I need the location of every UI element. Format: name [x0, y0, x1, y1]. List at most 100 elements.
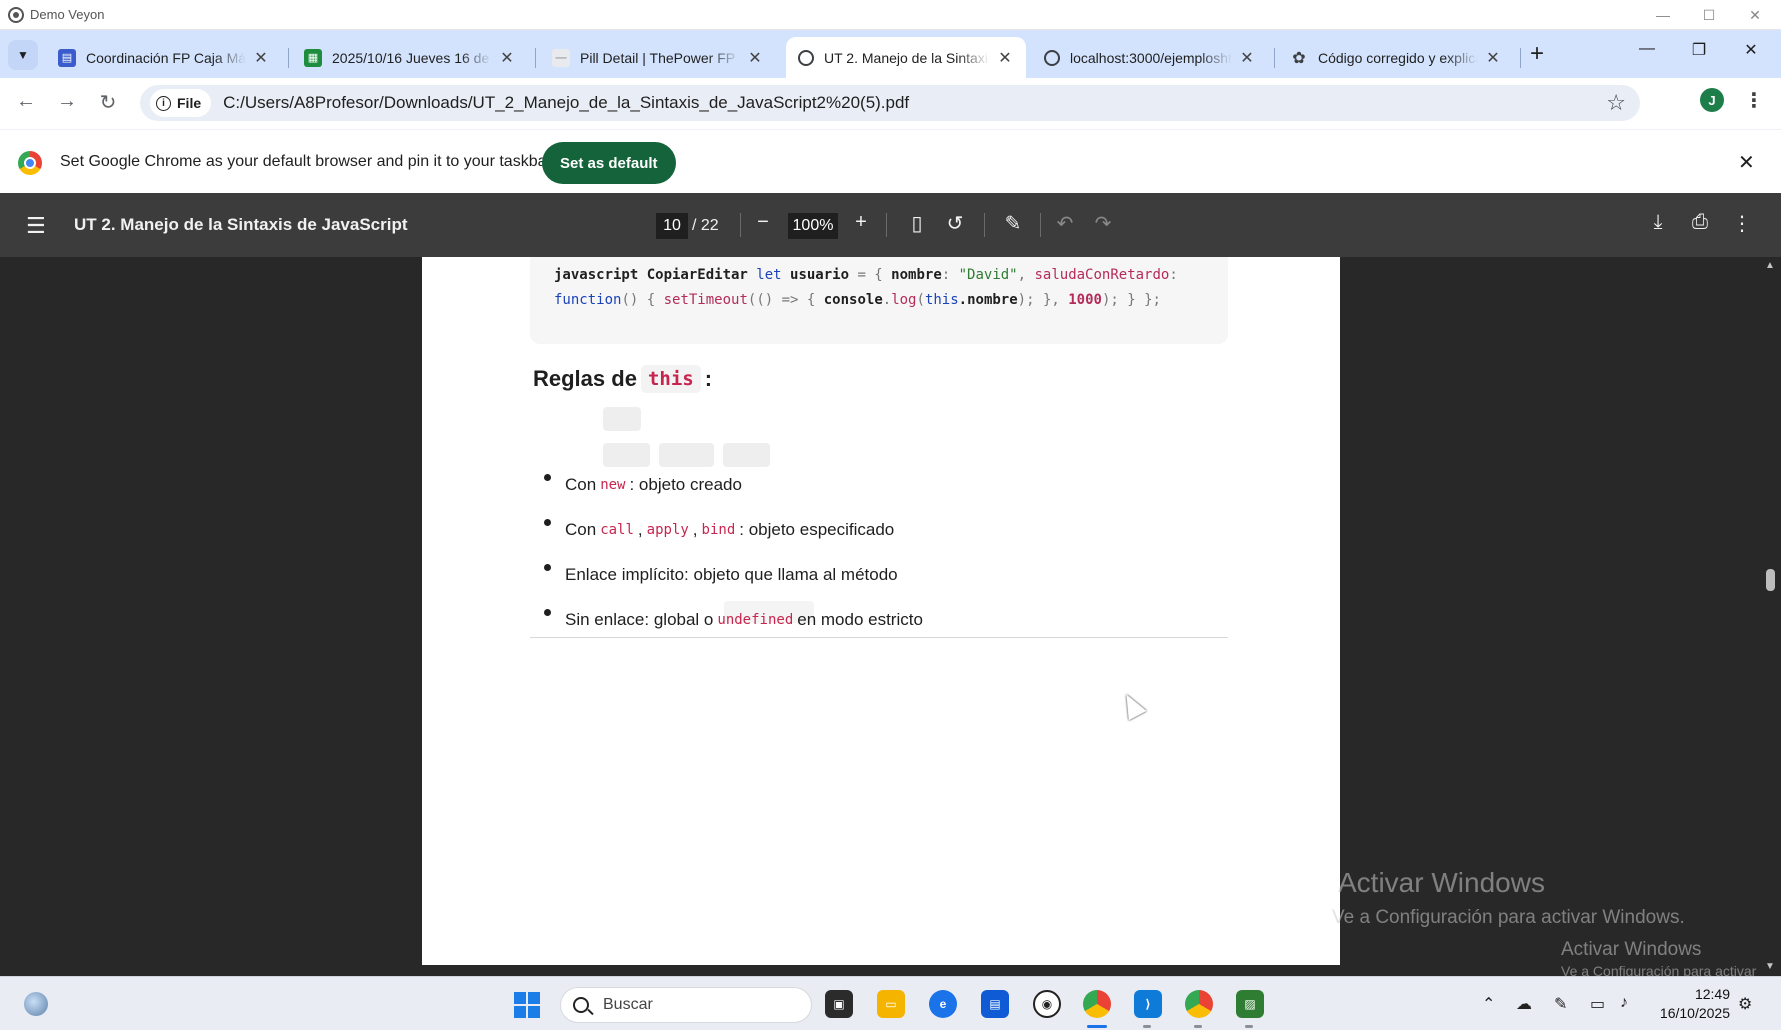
scroll-down-icon[interactable]: ▼: [1765, 961, 1775, 972]
address-bar[interactable]: i File C:/Users/A8Profesor/Downloads/UT_…: [140, 85, 1640, 121]
zoom-level-input[interactable]: 100%: [788, 213, 838, 239]
globe-icon: [1044, 49, 1060, 66]
forward-arrow-icon[interactable]: →: [53, 90, 81, 113]
code-token: function: [554, 292, 622, 308]
taskbar-search[interactable]: Buscar: [560, 987, 812, 1023]
edge-icon[interactable]: e: [929, 990, 957, 1018]
close-window-icon[interactable]: ✕: [1736, 40, 1766, 60]
tab-0[interactable]: ▤ Coordinación FP Caja Mág ✕: [46, 37, 282, 78]
close-tab-icon[interactable]: ✕: [252, 48, 270, 68]
chrome-menu-icon[interactable]: ⋮: [1744, 88, 1764, 113]
code-token: = {: [857, 267, 892, 283]
cloud-offline-icon[interactable]: ☁: [1516, 994, 1532, 1014]
download-icon[interactable]: ⤓: [1645, 211, 1671, 234]
show-hidden-icons[interactable]: ⌃: [1482, 994, 1495, 1014]
volume-icon[interactable]: ♪: [1620, 994, 1628, 1012]
close-tab-icon[interactable]: ✕: [1238, 48, 1256, 68]
reload-icon[interactable]: ↻: [94, 90, 122, 115]
pen-icon[interactable]: ✎: [1554, 994, 1567, 1014]
toolbar-separator: [1040, 213, 1041, 237]
rule-inline-code: new: [600, 476, 626, 493]
redo-icon[interactable]: ↷: [1090, 211, 1116, 236]
rule-item: Con new: objeto creado: [542, 462, 923, 507]
set-as-default-button[interactable]: Set as default: [542, 142, 676, 184]
scroll-thumb[interactable]: [1766, 569, 1775, 591]
notifications-icon[interactable]: ⚙: [1738, 994, 1752, 1014]
site-info-chip[interactable]: i File: [150, 89, 212, 117]
weather-widget-icon[interactable]: [24, 992, 48, 1016]
bookmark-star-icon[interactable]: ☆: [1606, 90, 1626, 116]
tab-2[interactable]: — Pill Detail | ThePower FP - F ✕: [540, 37, 776, 78]
close-infobar-icon[interactable]: ✕: [1738, 150, 1755, 175]
close-tab-icon[interactable]: ✕: [746, 48, 764, 68]
page-number-input[interactable]: 10: [656, 213, 688, 239]
close-tab-icon[interactable]: ✕: [1484, 48, 1502, 68]
menu-hamburger-icon[interactable]: ☰: [26, 213, 46, 239]
rule-item: Enlace implícito: objeto que llama al mé…: [542, 552, 923, 597]
veyon-close-button[interactable]: ✕: [1732, 0, 1778, 30]
default-browser-infobar: Set Google Chrome as your default browse…: [0, 129, 1781, 193]
tab-1[interactable]: ▦ 2025/10/16 Jueves 16 de o ✕: [292, 37, 528, 78]
tab-title: localhost:3000/ejemploshtr: [1070, 49, 1232, 66]
back-arrow-icon[interactable]: ←: [12, 90, 40, 113]
veyon-minimize-button[interactable]: —: [1640, 0, 1686, 30]
browser-toolbar: ← → ↻ i File C:/Users/A8Profesor/Downloa…: [0, 78, 1781, 129]
zoom-in-icon[interactable]: +: [848, 211, 874, 234]
profile-avatar[interactable]: J: [1700, 88, 1724, 112]
tab-search-button[interactable]: ▼: [8, 40, 38, 70]
section-heading: Reglas de this :: [533, 365, 712, 393]
url-text[interactable]: C:/Users/A8Profesor/Downloads/UT_2_Manej…: [223, 93, 909, 113]
veyon-icon[interactable]: ◉: [1033, 990, 1061, 1018]
network-icon[interactable]: ▭: [1590, 994, 1605, 1014]
tab-separator: [535, 48, 536, 68]
chrome-logo-icon: [18, 151, 42, 175]
print-icon[interactable]: ⎙: [1687, 211, 1713, 234]
pdf-viewport[interactable]: javascript CopiarEditar let usuario = { …: [0, 257, 1781, 976]
restore-icon[interactable]: ❐: [1684, 40, 1714, 60]
rotate-icon[interactable]: ↺: [942, 211, 968, 236]
chatgpt-icon: ✿: [1292, 49, 1306, 67]
more-options-icon[interactable]: ⋮: [1729, 211, 1755, 236]
minimize-icon[interactable]: —: [1632, 40, 1662, 58]
code-token: this: [924, 292, 959, 308]
toolbar-separator: [886, 213, 887, 237]
system-clock[interactable]: 12:49 16/10/2025: [1652, 985, 1730, 1023]
store-icon[interactable]: ▤: [981, 990, 1009, 1018]
scroll-up-icon[interactable]: ▲: [1765, 260, 1775, 271]
windows-start-icon[interactable]: [514, 992, 540, 1018]
code-token: "David": [958, 267, 1018, 283]
code-token: .nombre: [958, 292, 1018, 308]
new-tab-button[interactable]: +: [1530, 42, 1544, 66]
tab-3-active[interactable]: UT 2. Manejo de la Sintaxis ✕: [786, 37, 1026, 78]
code-block: javascript CopiarEditar let usuario = { …: [530, 257, 1228, 344]
undo-icon[interactable]: ↶: [1052, 211, 1078, 236]
monitor-app-icon[interactable]: ▨: [1236, 990, 1264, 1018]
zoom-out-icon[interactable]: −: [750, 211, 776, 234]
chrome-icon[interactable]: [1083, 990, 1111, 1018]
sheets-icon: ▦: [304, 48, 322, 67]
search-icon: [573, 997, 589, 1013]
veyon-logo-icon: [8, 6, 24, 23]
windows-taskbar: Buscar ▣ ▭ e ▤ ◉ ⟩ ▨ ⌃ ☁ ✎ ▭ ♪ 12:49 16/…: [0, 976, 1781, 1030]
section-heading-suffix: :: [704, 366, 713, 391]
tab-5[interactable]: ✿ Código corregido y explica ✕: [1278, 37, 1514, 78]
close-tab-icon[interactable]: ✕: [996, 48, 1014, 68]
close-tab-icon[interactable]: ✕: [498, 48, 516, 68]
rule-text: en modo estricto: [797, 609, 923, 629]
tab-4[interactable]: localhost:3000/ejemploshtr ✕: [1032, 37, 1268, 78]
code-token: ); },: [1017, 292, 1069, 308]
section-heading-code: this: [640, 365, 701, 393]
page-icon: —: [552, 48, 570, 67]
vscode-icon[interactable]: ⟩: [1134, 990, 1162, 1018]
task-view-icon[interactable]: ▣: [825, 990, 853, 1018]
veyon-maximize-button[interactable]: ☐: [1686, 0, 1732, 30]
chrome-profile-icon[interactable]: [1185, 990, 1213, 1018]
annotate-pen-icon[interactable]: ✎: [1000, 211, 1026, 236]
file-explorer-icon[interactable]: ▭: [877, 990, 905, 1018]
vertical-scrollbar[interactable]: ▲ ▼: [1760, 257, 1781, 976]
fit-page-icon[interactable]: ▯: [904, 211, 930, 236]
activation-watermark-subtitle-2: Ve a Configuración para activar: [1561, 963, 1757, 976]
tab-title: UT 2. Manejo de la Sintaxis: [824, 49, 990, 66]
forms-icon: ▤: [58, 48, 76, 67]
clock-time: 12:49: [1694, 986, 1730, 1002]
